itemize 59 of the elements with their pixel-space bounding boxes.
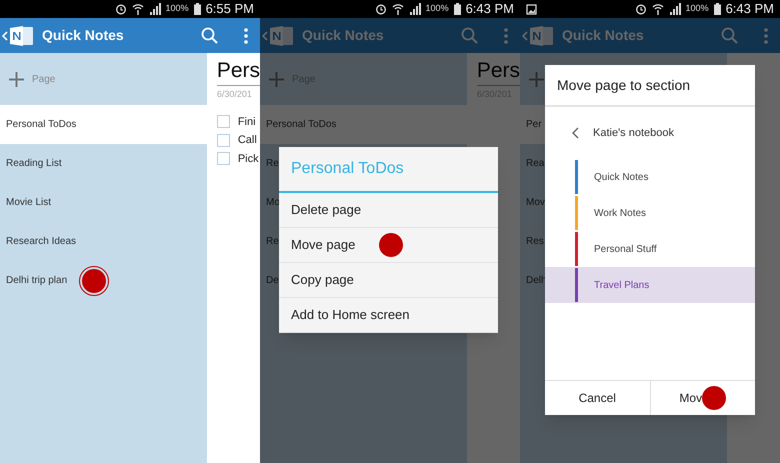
app-title: Quick Notes: [302, 26, 384, 45]
dialog-button[interactable]: Cancel: [545, 381, 650, 415]
wifi-icon: [652, 3, 664, 15]
menu-item[interactable]: Move page: [279, 228, 498, 263]
section-item[interactable]: Work Notes: [545, 195, 755, 231]
todo-text: Call: [238, 133, 257, 148]
notebook-logo-icon: [530, 24, 554, 46]
section-item[interactable]: Personal Stuff: [545, 231, 755, 267]
notebook-name: Katie's notebook: [593, 126, 674, 141]
signal-icon: [668, 3, 681, 15]
battery-percent: 100%: [686, 2, 709, 16]
back-icon[interactable]: [522, 30, 528, 40]
battery-icon: [194, 3, 201, 15]
battery-percent: 100%: [426, 2, 449, 16]
battery-percent: 100%: [166, 2, 189, 16]
todo-checkbox[interactable]: [216, 152, 230, 166]
section-item[interactable]: Quick Notes: [545, 159, 755, 195]
status-time: 6:43 PM: [466, 0, 514, 18]
alarm-icon: [634, 3, 647, 15]
note-date: 6/30/201: [216, 88, 253, 101]
todo-checkbox[interactable]: [216, 115, 230, 128]
back-icon[interactable]: [262, 30, 268, 40]
battery-icon: [714, 3, 721, 15]
back-icon[interactable]: [2, 30, 8, 40]
more-menu-icon[interactable]: [504, 28, 508, 44]
search-icon[interactable]: [721, 27, 738, 44]
status-time: 6:55 PM: [206, 0, 254, 18]
dialog-button[interactable]: Mov: [650, 381, 755, 415]
more-menu-icon[interactable]: [244, 28, 248, 44]
plus-icon[interactable]: [269, 72, 284, 86]
alarm-icon: [374, 3, 387, 15]
battery-icon: [454, 3, 461, 15]
page-item[interactable]: Personal ToDos: [0, 105, 207, 144]
signal-icon: [408, 3, 421, 15]
more-menu-icon[interactable]: [764, 28, 768, 44]
menu-item[interactable]: Copy page: [279, 263, 498, 298]
search-icon[interactable]: [461, 27, 478, 44]
todo-text: Pick: [238, 152, 259, 166]
signal-icon: [148, 3, 161, 15]
plus-icon[interactable]: [9, 72, 24, 86]
todo-text: Fini: [238, 114, 256, 130]
todo-checkbox[interactable]: [216, 134, 230, 147]
wifi-icon: [132, 3, 144, 15]
back-chevron-icon[interactable]: [572, 127, 579, 139]
search-icon[interactable]: [201, 27, 218, 44]
image-notification-icon: [526, 4, 537, 14]
section-item[interactable]: Travel Plans: [545, 267, 755, 303]
app-title: Quick Notes: [42, 26, 124, 45]
wifi-icon: [392, 3, 404, 15]
menu-item[interactable]: Add to Home screen: [279, 298, 498, 333]
app-title: Quick Notes: [562, 26, 644, 45]
alarm-icon: [114, 3, 127, 15]
notebook-logo-icon: [10, 24, 34, 46]
plus-icon[interactable]: [529, 72, 544, 86]
menu-title: Personal ToDos: [279, 147, 498, 193]
menu-item[interactable]: Delete page: [279, 193, 498, 228]
notebook-logo-icon: [270, 24, 294, 46]
status-time: 6:43 PM: [726, 0, 774, 18]
dialog-title: Move page to section: [545, 65, 755, 107]
